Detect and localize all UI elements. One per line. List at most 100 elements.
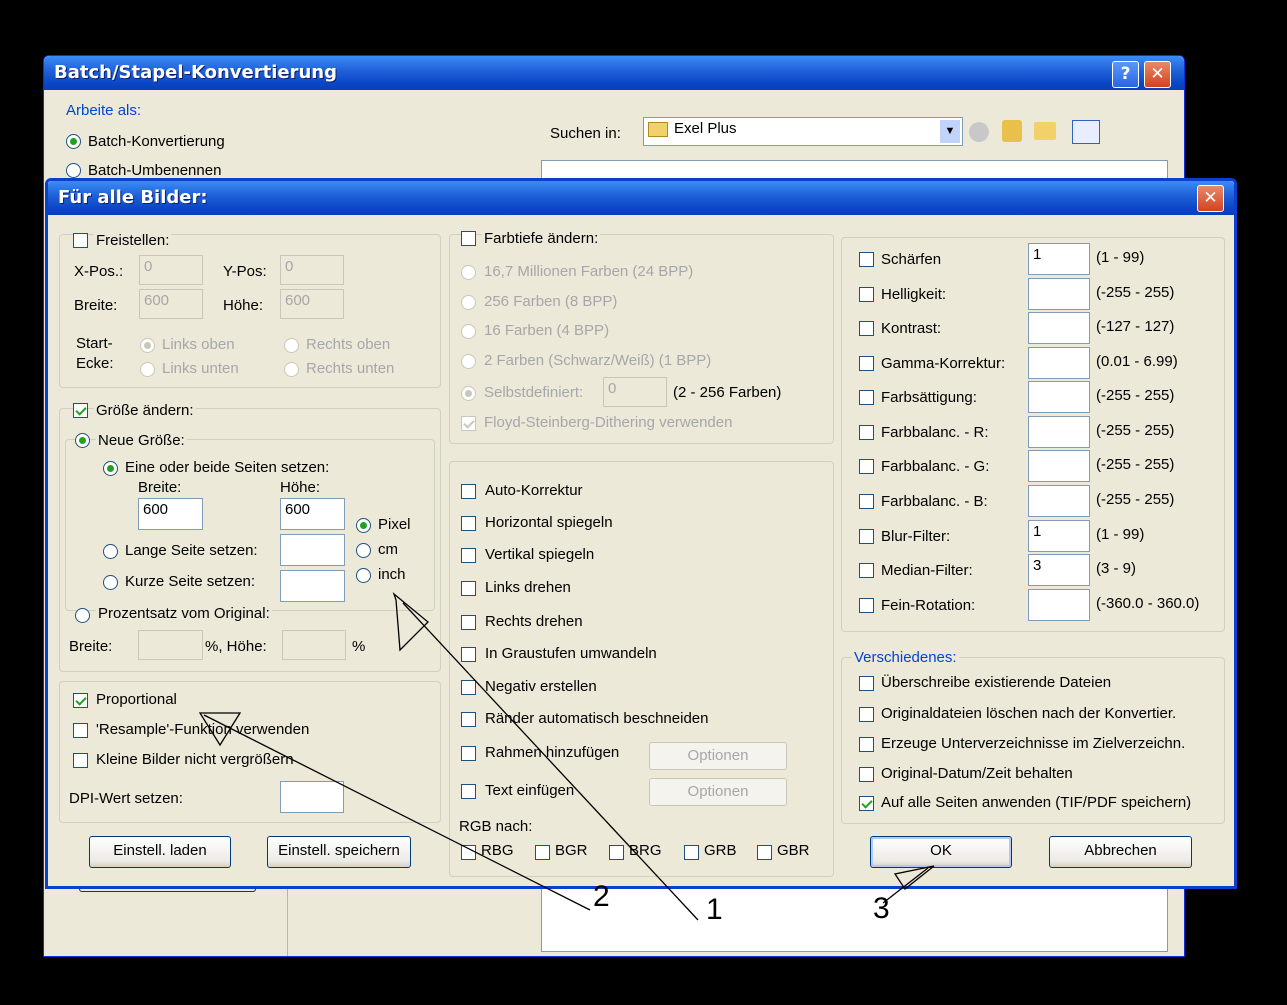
filter-checkbox-0[interactable]	[859, 252, 874, 267]
ueberschreibe-checkbox[interactable]	[859, 676, 874, 691]
kleine-bilder-checkbox[interactable]	[73, 753, 88, 768]
neue-groesse-radio[interactable]	[75, 433, 90, 448]
rgb-checkbox-2[interactable]	[609, 845, 624, 860]
farbtiefe-checkbox[interactable]	[461, 231, 476, 246]
groesse-checkbox[interactable]	[73, 403, 88, 418]
lange-seite-radio[interactable]	[103, 544, 118, 559]
pct-hoehe-input[interactable]	[282, 630, 346, 660]
suchen-in-label: Suchen in:	[550, 125, 621, 142]
rgb-checkbox-1[interactable]	[535, 845, 550, 860]
filter-checkbox-9[interactable]	[859, 563, 874, 578]
filter-range-2: (-127 - 127)	[1096, 318, 1175, 335]
unterverzeichnisse-checkbox[interactable]	[859, 737, 874, 752]
lange-seite-input[interactable]	[280, 534, 345, 566]
inch-radio[interactable]	[356, 568, 371, 583]
filter-input-3[interactable]	[1028, 347, 1090, 379]
filter-input-7[interactable]	[1028, 485, 1090, 517]
farbtiefe-8bpp-label: 256 Farben (8 BPP)	[484, 293, 618, 310]
filter-input-0[interactable]: 1	[1028, 243, 1090, 275]
kurze-seite-input[interactable]	[280, 570, 345, 602]
ypos-input[interactable]: 0	[280, 255, 344, 285]
crop-hoehe-input[interactable]: 600	[280, 289, 344, 319]
dpi-input[interactable]	[280, 781, 344, 813]
rechts-oben-radio[interactable]	[284, 338, 299, 353]
xpos-input[interactable]: 0	[139, 255, 203, 285]
kurze-seite-radio[interactable]	[103, 575, 118, 590]
view-menu-icon[interactable]	[1072, 120, 1100, 144]
einstellungen-laden-button[interactable]: Einstell. laden	[89, 836, 231, 868]
filter-checkbox-4[interactable]	[859, 390, 874, 405]
farbtiefe-4bpp-radio[interactable]	[461, 324, 476, 339]
pixel-radio[interactable]	[356, 518, 371, 533]
filter-input-9[interactable]: 3	[1028, 554, 1090, 586]
action-checkbox-3[interactable]	[461, 581, 476, 596]
action-checkbox-9[interactable]	[461, 784, 476, 799]
filter-checkbox-8[interactable]	[859, 529, 874, 544]
filter-checkbox-10[interactable]	[859, 598, 874, 613]
rahmen-optionen-button[interactable]: Optionen	[649, 742, 787, 770]
farbtiefe-custom-input[interactable]: 0	[603, 377, 667, 407]
new-folder-icon[interactable]	[1034, 122, 1056, 140]
rgb-checkbox-4[interactable]	[757, 845, 772, 860]
farbtiefe-custom-radio[interactable]	[461, 386, 476, 401]
size-breite-input[interactable]: 600	[138, 498, 203, 530]
rechts-unten-radio[interactable]	[284, 362, 299, 377]
prozentsatz-radio[interactable]	[75, 608, 90, 623]
action-checkbox-7[interactable]	[461, 712, 476, 727]
action-checkbox-6[interactable]	[461, 680, 476, 695]
rgb-checkbox-0[interactable]	[461, 845, 476, 860]
up-folder-icon[interactable]	[1002, 120, 1022, 142]
action-checkbox-4[interactable]	[461, 615, 476, 630]
mode-rename-radio[interactable]	[66, 163, 81, 178]
dither-checkbox[interactable]	[461, 416, 476, 431]
farbtiefe-1bpp-radio[interactable]	[461, 354, 476, 369]
action-checkbox-1[interactable]	[461, 516, 476, 531]
mode-rename-label: Batch-Umbenennen	[88, 162, 222, 179]
mode-batch-radio[interactable]	[66, 134, 81, 149]
action-checkbox-8[interactable]	[461, 746, 476, 761]
filter-checkbox-5[interactable]	[859, 425, 874, 440]
help-button[interactable]: ?	[1112, 61, 1139, 88]
einstellungen-speichern-button[interactable]: Einstell. speichern	[267, 836, 411, 868]
ok-button[interactable]: OK	[870, 836, 1012, 868]
size-hoehe-input[interactable]: 600	[280, 498, 345, 530]
action-checkbox-2[interactable]	[461, 548, 476, 563]
farbtiefe-8bpp-radio[interactable]	[461, 295, 476, 310]
pct-breite-input[interactable]	[138, 630, 203, 660]
cm-radio[interactable]	[356, 543, 371, 558]
filter-checkbox-7[interactable]	[859, 494, 874, 509]
dialog-close-button[interactable]: ✕	[1197, 185, 1224, 212]
action-checkbox-5[interactable]	[461, 647, 476, 662]
abbrechen-button[interactable]: Abbrechen	[1049, 836, 1192, 868]
background-close-button[interactable]: ✕	[1144, 61, 1171, 88]
filter-checkbox-1[interactable]	[859, 287, 874, 302]
filter-input-6[interactable]	[1028, 450, 1090, 482]
filter-input-2[interactable]	[1028, 312, 1090, 344]
eine-oder-beide-radio[interactable]	[103, 461, 118, 476]
pixel-label: Pixel	[378, 516, 411, 533]
datum-behalten-checkbox[interactable]	[859, 767, 874, 782]
links-oben-radio[interactable]	[140, 338, 155, 353]
alle-seiten-checkbox[interactable]	[859, 796, 874, 811]
filter-checkbox-3[interactable]	[859, 356, 874, 371]
filter-input-1[interactable]	[1028, 278, 1090, 310]
crop-breite-input[interactable]: 600	[139, 289, 203, 319]
filter-input-5[interactable]	[1028, 416, 1090, 448]
links-unten-radio[interactable]	[140, 362, 155, 377]
filter-checkbox-2[interactable]	[859, 321, 874, 336]
text-optionen-button[interactable]: Optionen	[649, 778, 787, 806]
filter-input-4[interactable]	[1028, 381, 1090, 413]
action-checkbox-0[interactable]	[461, 484, 476, 499]
original-loeschen-checkbox[interactable]	[859, 707, 874, 722]
farbtiefe-24bpp-radio[interactable]	[461, 265, 476, 280]
filter-input-10[interactable]	[1028, 589, 1090, 621]
proportional-checkbox[interactable]	[73, 693, 88, 708]
freistellen-checkbox[interactable]	[73, 233, 88, 248]
rgb-checkbox-3[interactable]	[684, 845, 699, 860]
back-icon[interactable]	[969, 122, 989, 142]
resample-checkbox[interactable]	[73, 723, 88, 738]
crop-hoehe-label: Höhe:	[223, 297, 264, 314]
filter-checkbox-6[interactable]	[859, 459, 874, 474]
filter-input-8[interactable]: 1	[1028, 520, 1090, 552]
folder-combo[interactable]: Exel Plus ▼	[643, 117, 963, 146]
